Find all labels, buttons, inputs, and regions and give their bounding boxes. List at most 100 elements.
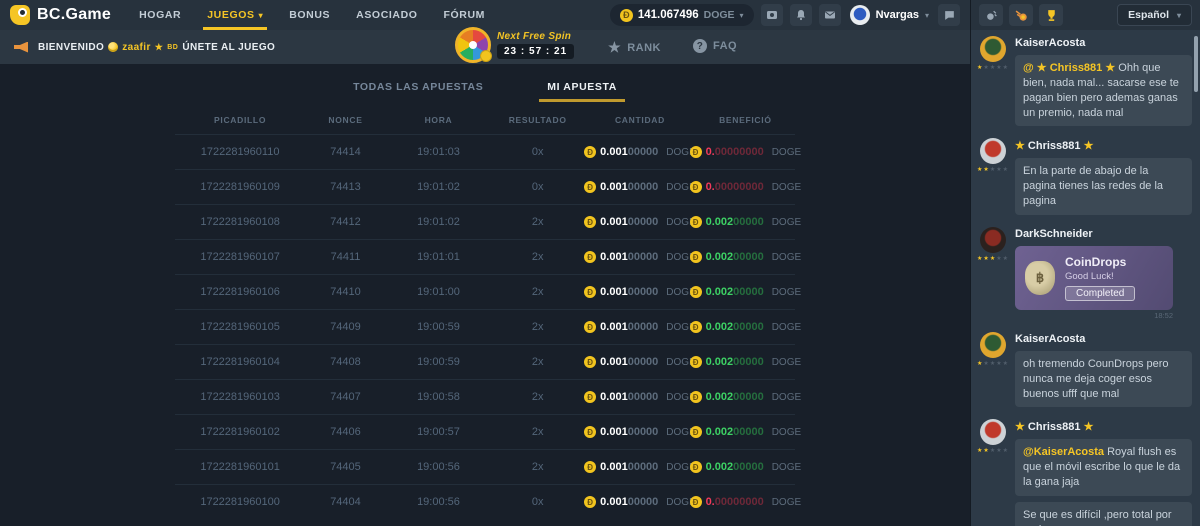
col-cantidad: CANTIDAD: [584, 115, 696, 125]
avatar[interactable]: [980, 332, 1006, 358]
doge-coin-icon: Ð: [584, 496, 596, 508]
chat-username[interactable]: ★ KaiserAcosta ★: [1015, 333, 1192, 345]
avatar[interactable]: [980, 419, 1006, 445]
welcome-username[interactable]: zaafir: [122, 42, 151, 53]
currency-label: DOGE: [772, 322, 801, 333]
table-row[interactable]: 1722281960100 74404 19:00:56 0x Ð 0.0010…: [175, 484, 795, 519]
bet-hash: 1722281960104: [175, 356, 305, 368]
envelope-icon: [824, 9, 836, 21]
balance-currency: DOGE: [704, 9, 735, 21]
bet-time: 19:00:56: [386, 496, 491, 508]
bet-nonce: 74406: [305, 426, 386, 438]
coindrops-completed-button[interactable]: Completed: [1065, 286, 1135, 301]
table-row[interactable]: 1722281960103 74407 19:00:58 2x Ð 0.0010…: [175, 379, 795, 414]
bet-result: 2x: [491, 321, 584, 333]
vault-button[interactable]: [761, 4, 783, 26]
profit-amount: Ð 0.00200000 DOGE: [696, 251, 795, 263]
table-row[interactable]: 1722281960104 74408 19:00:59 2x Ð 0.0010…: [175, 344, 795, 379]
currency-label: DOGE: [772, 462, 801, 473]
col-beneficio: BENEFICIÓ: [696, 115, 795, 125]
chevron-down-icon: ▾: [259, 11, 264, 20]
profit-amount: Ð 0.00200000 DOGE: [696, 461, 795, 473]
avatar[interactable]: [980, 36, 1006, 62]
chat-message: ★★★★★ ★ KaiserAcosta ★ oh tremendo CounD…: [979, 332, 1192, 408]
bet-amount: Ð 0.00100000 DOGE: [584, 251, 696, 263]
nav-item-forum[interactable]: FÓRUM: [444, 0, 486, 30]
bet-hash: 1722281960109: [175, 181, 305, 193]
chat-username[interactable]: ★ DarkSchneider ★: [1015, 228, 1192, 240]
user-mention[interactable]: @ ★ Chriss881 ★: [1023, 62, 1118, 74]
bets-table: PICADILLO NONCE HORA RESULTADO CANTIDAD …: [175, 106, 795, 519]
nav-item-hogar[interactable]: HOGAR: [139, 0, 181, 30]
question-icon: ?: [693, 39, 707, 53]
table-row[interactable]: 1722281960109 74413 19:01:02 0x Ð 0.0010…: [175, 169, 795, 204]
gold-coin-icon: [480, 50, 492, 62]
doge-coin-icon: Ð: [690, 321, 702, 333]
table-row[interactable]: 1722281960108 74412 19:01:02 2x Ð 0.0010…: [175, 204, 795, 239]
doge-coin-icon: Ð: [584, 426, 596, 438]
coindrops-card: ฿CoinDropsGood Luck!Completed: [1015, 246, 1173, 310]
bet-nonce: 74414: [305, 146, 386, 158]
chat-message-list: ★★★★★ ★ KaiserAcosta ★ @ ★ Chriss881 ★ O…: [971, 30, 1200, 526]
nav-item-juegos[interactable]: JUEGOS▾: [207, 0, 263, 30]
bcgame-logo[interactable]: BC.Game: [10, 5, 111, 25]
bet-nonce: 74413: [305, 181, 386, 193]
user-mention[interactable]: @KaiserAcosta: [1023, 446, 1107, 458]
free-spin-title: Next Free Spin: [497, 31, 574, 42]
profit-amount: Ð 0.00000000 DOGE: [696, 146, 795, 158]
chat-username[interactable]: ★ KaiserAcosta ★: [1015, 37, 1192, 49]
chat-scrollbar[interactable]: [1194, 36, 1198, 92]
doge-coin-icon: Ð: [690, 496, 702, 508]
nav-item-asociado[interactable]: ASOCIADO: [356, 0, 417, 30]
chat-message: ★★★★★ ★ DarkSchneider ★ ฿CoinDropsGood L…: [979, 227, 1192, 320]
bet-hash: 1722281960107: [175, 251, 305, 263]
balance-selector[interactable]: Ð 141.067496 DOGE ▾: [610, 4, 754, 26]
bet-time: 19:01:03: [386, 146, 491, 158]
bet-nonce: 74408: [305, 356, 386, 368]
vault-icon: [766, 9, 778, 21]
table-row[interactable]: 1722281960110 74414 19:01:03 0x Ð 0.0010…: [175, 134, 795, 169]
balance-amount: 141.067496: [638, 9, 699, 21]
fireball-button[interactable]: [1009, 4, 1033, 26]
rank-link[interactable]: ★ RANK: [608, 39, 661, 56]
messages-button[interactable]: [819, 4, 841, 26]
nav-item-bonus[interactable]: BONUS: [289, 0, 330, 30]
chevron-down-icon: ▾: [1177, 11, 1181, 20]
coindrops-title: CoinDrops: [1065, 255, 1135, 269]
bet-amount: Ð 0.00100000 DOGE: [584, 146, 696, 158]
avatar[interactable]: [980, 227, 1006, 253]
bet-result: 2x: [491, 251, 584, 263]
tab-mi-apuesta[interactable]: MI APUESTA: [547, 81, 617, 102]
faq-link[interactable]: ? FAQ: [693, 39, 737, 53]
chat-bubble-icon: [943, 9, 956, 22]
chat-toggle-button[interactable]: [938, 4, 960, 26]
avatar[interactable]: [980, 138, 1006, 164]
money-bag-icon: ฿: [1025, 261, 1055, 295]
doge-coin-icon: Ð: [620, 9, 633, 22]
user-menu[interactable]: Nvargas ▾: [850, 5, 929, 25]
free-spin-countdown: 23 : 57 : 21: [497, 44, 574, 59]
trophy-button[interactable]: [1039, 4, 1063, 26]
rating-stars: ★★★★★: [977, 448, 1009, 454]
tab-todas-las-apuestas[interactable]: TODAS LAS APUESTAS: [353, 81, 483, 102]
free-spin-cluster: Next Free Spin 23 : 57 : 21 ★ RANK ? FAQ: [455, 27, 737, 63]
language-selector[interactable]: Español ▾: [1117, 4, 1192, 26]
doge-coin-icon: Ð: [584, 216, 596, 228]
notifications-button[interactable]: [790, 4, 812, 26]
coindrop-button[interactable]: [979, 4, 1003, 26]
chat-username[interactable]: ★ Chriss881 ★: [1015, 420, 1192, 433]
bell-icon: [795, 9, 807, 21]
doge-coin-icon: Ð: [690, 356, 702, 368]
bet-nonce: 74405: [305, 461, 386, 473]
table-row[interactable]: 1722281960106 74410 19:01:00 2x Ð 0.0010…: [175, 274, 795, 309]
chat-message: ★★★★★ ★ KaiserAcosta ★ @ ★ Chriss881 ★ O…: [979, 36, 1192, 126]
table-row[interactable]: 1722281960107 74411 19:01:01 2x Ð 0.0010…: [175, 239, 795, 274]
doge-coin-icon: Ð: [690, 181, 702, 193]
chat-username[interactable]: ★ Chriss881 ★: [1015, 139, 1192, 152]
bet-amount: Ð 0.00100000 DOGE: [584, 426, 696, 438]
table-row[interactable]: 1722281960101 74405 19:00:56 2x Ð 0.0010…: [175, 449, 795, 484]
bet-hash: 1722281960102: [175, 426, 305, 438]
prize-wheel-icon[interactable]: [455, 27, 491, 63]
table-row[interactable]: 1722281960102 74406 19:00:57 2x Ð 0.0010…: [175, 414, 795, 449]
table-row[interactable]: 1722281960105 74409 19:00:59 2x Ð 0.0010…: [175, 309, 795, 344]
